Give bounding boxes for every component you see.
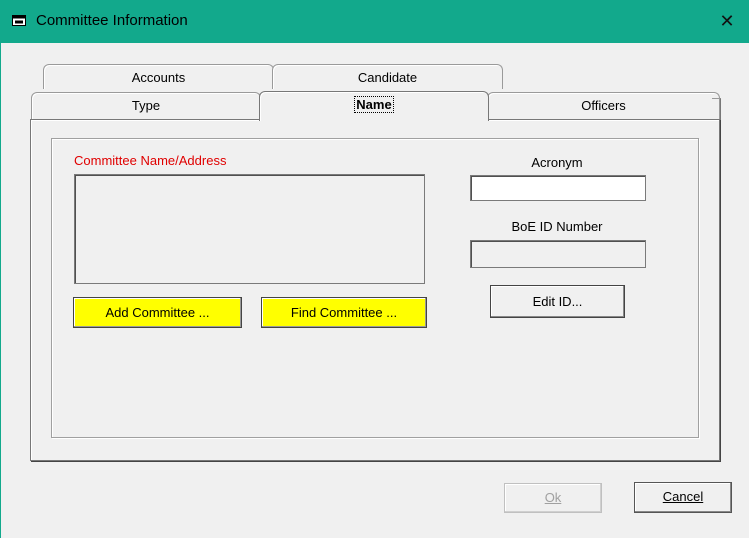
tab-label: Name [354, 96, 394, 113]
acronym-input[interactable] [470, 175, 646, 201]
close-button[interactable]: ✕ [705, 0, 749, 43]
window-border [0, 43, 1, 538]
tab-officers[interactable]: Officers [487, 92, 720, 119]
tab-label: Type [131, 98, 161, 113]
find-committee-button[interactable]: Find Committee ... [261, 297, 427, 328]
tab-name[interactable]: Name [259, 91, 489, 121]
tab-accounts[interactable]: Accounts [43, 64, 274, 89]
window-icon [12, 15, 26, 26]
cancel-button-label: Cancel [662, 489, 704, 504]
edit-id-button[interactable]: Edit ID... [490, 285, 625, 318]
ok-button-label: Ok [544, 490, 562, 505]
boe-id-input[interactable] [470, 240, 646, 268]
add-committee-button[interactable]: Add Committee ... [73, 297, 242, 328]
title-bar[interactable]: Committee Information ✕ [0, 0, 749, 43]
committee-address-field[interactable] [74, 174, 425, 284]
tab-label: Officers [581, 98, 626, 113]
tab-candidate[interactable]: Candidate [272, 64, 503, 89]
tab-type[interactable]: Type [31, 92, 261, 119]
close-icon: ✕ [719, 11, 735, 31]
ok-button[interactable]: Ok [504, 483, 602, 513]
acronym-label: Acronym [531, 155, 583, 170]
window-title: Committee Information [36, 12, 188, 29]
tab-label: Candidate [357, 70, 418, 85]
committee-address-label: Committee Name/Address [74, 153, 227, 168]
cancel-button[interactable]: Cancel [634, 482, 732, 513]
boe-id-label: BoE ID Number [511, 219, 603, 234]
tab-label: Accounts [131, 70, 186, 85]
